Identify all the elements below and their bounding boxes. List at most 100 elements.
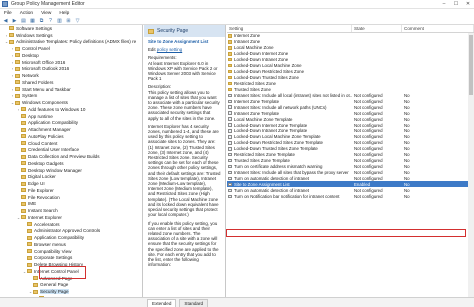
table-row[interactable]: Turn on automatic detection of intranet N… (227, 187, 474, 193)
setting-name: Restricted Sites Zone Template (234, 152, 295, 158)
table-row[interactable]: Restricted Sites Zone Template Not config… (227, 152, 474, 158)
table-row[interactable]: Trusted Sites Zone Template Not configure… (227, 158, 474, 164)
tree-item[interactable]: › System (0, 93, 142, 100)
tree-item[interactable]: Administrator Approved Controls (0, 228, 142, 235)
show-hide-tree-icon[interactable]: ▤ (20, 18, 27, 24)
tree-item[interactable]: › Desktop (0, 52, 142, 59)
export-list-icon[interactable]: ⧉ (38, 18, 45, 24)
vertical-scrollbar[interactable] (468, 33, 474, 297)
table-row[interactable]: Locked-Down Trusted Sites Zone Template N… (227, 146, 474, 152)
tree-item[interactable]: Application Compatibility (0, 234, 142, 241)
tree-item[interactable]: Cloud Content (0, 140, 142, 147)
tree-item[interactable]: IME (0, 201, 142, 208)
table-row[interactable]: Locked-Down Intranet Zone Template Not co… (227, 128, 474, 134)
table-row[interactable]: Internet Zone Template Not configured No (227, 98, 474, 104)
tree-item[interactable]: › Microsoft Outlook 2016 (0, 66, 142, 73)
help-icon[interactable]: ? (47, 18, 54, 24)
setting-name: Intranet Sites: Include all local (intra… (234, 92, 352, 98)
tree-item[interactable]: Credential User Interface (0, 147, 142, 154)
policy-tree[interactable]: Software Settings › Windows Settings ⌄ Admin… (0, 25, 143, 297)
menu-action[interactable]: Action (20, 11, 33, 16)
back-arrow-icon[interactable]: ◀ (2, 18, 9, 24)
table-row[interactable]: Site to Zone Assignment List Enabled No (227, 181, 474, 188)
menu-file[interactable]: File (4, 11, 12, 16)
tree-item-label: Corporate Settings (34, 255, 73, 261)
tree-item[interactable]: › Control Panel (0, 45, 142, 52)
table-row[interactable]: Intranet Zone Template Not configured No (227, 110, 474, 116)
tree-item[interactable]: File Revocation (0, 194, 142, 201)
folder-icon (27, 228, 32, 233)
tree-item[interactable]: › Add features to Windows 10 (0, 106, 142, 113)
table-row[interactable]: Locked-Down Local Machine Zone Template N… (227, 134, 474, 140)
edit-policy-link[interactable]: policy setting (157, 47, 182, 52)
tab-extended[interactable]: Extended (147, 299, 177, 307)
extended-view-icon[interactable]: ⊞ (65, 18, 72, 24)
close-button[interactable]: ✕ (462, 0, 474, 9)
tree-item[interactable]: Desktop Gadgets (0, 160, 142, 167)
menu-view[interactable]: View (41, 11, 51, 16)
column-comment[interactable]: Comment (402, 25, 474, 32)
tree-item-label: Add features to Windows 10 (28, 106, 86, 112)
tree-item-label: Cloud Content (28, 140, 58, 146)
tree-item[interactable]: Digital Locker (0, 174, 142, 181)
column-setting[interactable]: Setting (227, 25, 352, 32)
tree-item[interactable]: ⌄ Administrative Templates: Policy defini… (0, 39, 142, 46)
tree-item[interactable]: Shared Folders (0, 79, 142, 86)
tree-item[interactable]: Instant Search (0, 207, 142, 214)
tab-standard[interactable]: Standard (179, 299, 209, 307)
column-state[interactable]: State (352, 25, 402, 32)
tree-item[interactable]: Edge UI (0, 180, 142, 187)
show-action-pane-icon[interactable]: ▥ (56, 18, 63, 24)
maximize-button[interactable]: ☐ (450, 0, 462, 9)
setting-name: Restricted Sites Zone (234, 80, 276, 86)
menu-help[interactable]: Help (59, 11, 69, 16)
table-row[interactable]: Turn on certificate address mismatch war… (227, 164, 474, 170)
folder-icon (33, 276, 38, 281)
table-row[interactable]: Intranet Sites: Include all network path… (227, 104, 474, 110)
tree-item[interactable]: › Start Menu and Taskbar (0, 86, 142, 93)
tree-item[interactable]: Browser menus (0, 241, 142, 248)
minimize-button[interactable]: – (438, 0, 450, 9)
tree-item[interactable]: Data Collection and Preview Builds (0, 153, 142, 160)
tree-item[interactable]: ⌄ Internet Explorer (0, 214, 142, 221)
tree-item[interactable]: Advanced Page (0, 275, 142, 282)
scrollbar-thumb[interactable] (469, 35, 473, 95)
tree-item[interactable]: Application Compatibility (0, 120, 142, 127)
tree-item[interactable]: Corporate Settings (0, 255, 142, 262)
setting-name: Locked-Down Local Machine Zone Template (234, 134, 321, 140)
tree-item[interactable]: › Microsoft Office 2016 (0, 59, 142, 66)
tree-item[interactable]: Accelerators (0, 221, 142, 228)
filter-icon[interactable]: ▽ (74, 18, 81, 24)
tree-item[interactable]: Desktop Window Manager (0, 167, 142, 174)
tree-item[interactable]: Attachment Manager (0, 126, 142, 133)
tree-item-label: Accelerators (34, 221, 60, 227)
table-row[interactable]: Local Machine Zone Template Not configure… (227, 116, 474, 122)
tree-item[interactable]: ⌄ Internet Control Panel (0, 268, 142, 275)
setting-name: Locked-Down Intranet Zone (234, 57, 289, 63)
setting-comment: No (404, 128, 410, 134)
tree-item[interactable]: Software Settings (0, 25, 142, 32)
folder-icon (21, 168, 26, 173)
folder-icon (15, 46, 20, 51)
tree-item[interactable]: › Windows Settings (0, 32, 142, 39)
tree-item-label: Application Compatibility (34, 235, 85, 241)
tree-item-label: Attachment Manager (28, 127, 71, 133)
tree-item[interactable]: Compatibility View (0, 248, 142, 255)
tree-item[interactable]: ⌄ Security Page (0, 288, 142, 295)
tree-item[interactable]: › Network (0, 72, 142, 79)
table-row[interactable]: Turn on Notification bar notification fo… (227, 193, 474, 199)
status-bar (0, 297, 144, 307)
table-row[interactable]: Turn on automatic detection of intranet N… (227, 176, 474, 182)
table-row[interactable]: Intranet Sites: Include all local (intra… (227, 92, 474, 98)
properties-icon[interactable]: ▦ (29, 18, 36, 24)
table-row[interactable]: Locked-Down Internet Zone Template Not co… (227, 122, 474, 128)
tree-item[interactable]: File Explorer (0, 187, 142, 194)
tree-item[interactable]: Delete Browsing History (0, 261, 142, 268)
tree-item[interactable]: AutoPlay Policies (0, 133, 142, 140)
forward-arrow-icon[interactable]: ▶ (11, 18, 18, 24)
table-row[interactable]: Locked-Down Restricted Sites Zone Templa… (227, 140, 474, 146)
tree-item[interactable]: App runtime (0, 113, 142, 120)
tree-item[interactable]: General Page (0, 282, 142, 289)
table-row[interactable]: Intranet Sites: Include all sites that b… (227, 170, 474, 176)
tree-item[interactable]: ⌄ Windows Components (0, 99, 142, 106)
